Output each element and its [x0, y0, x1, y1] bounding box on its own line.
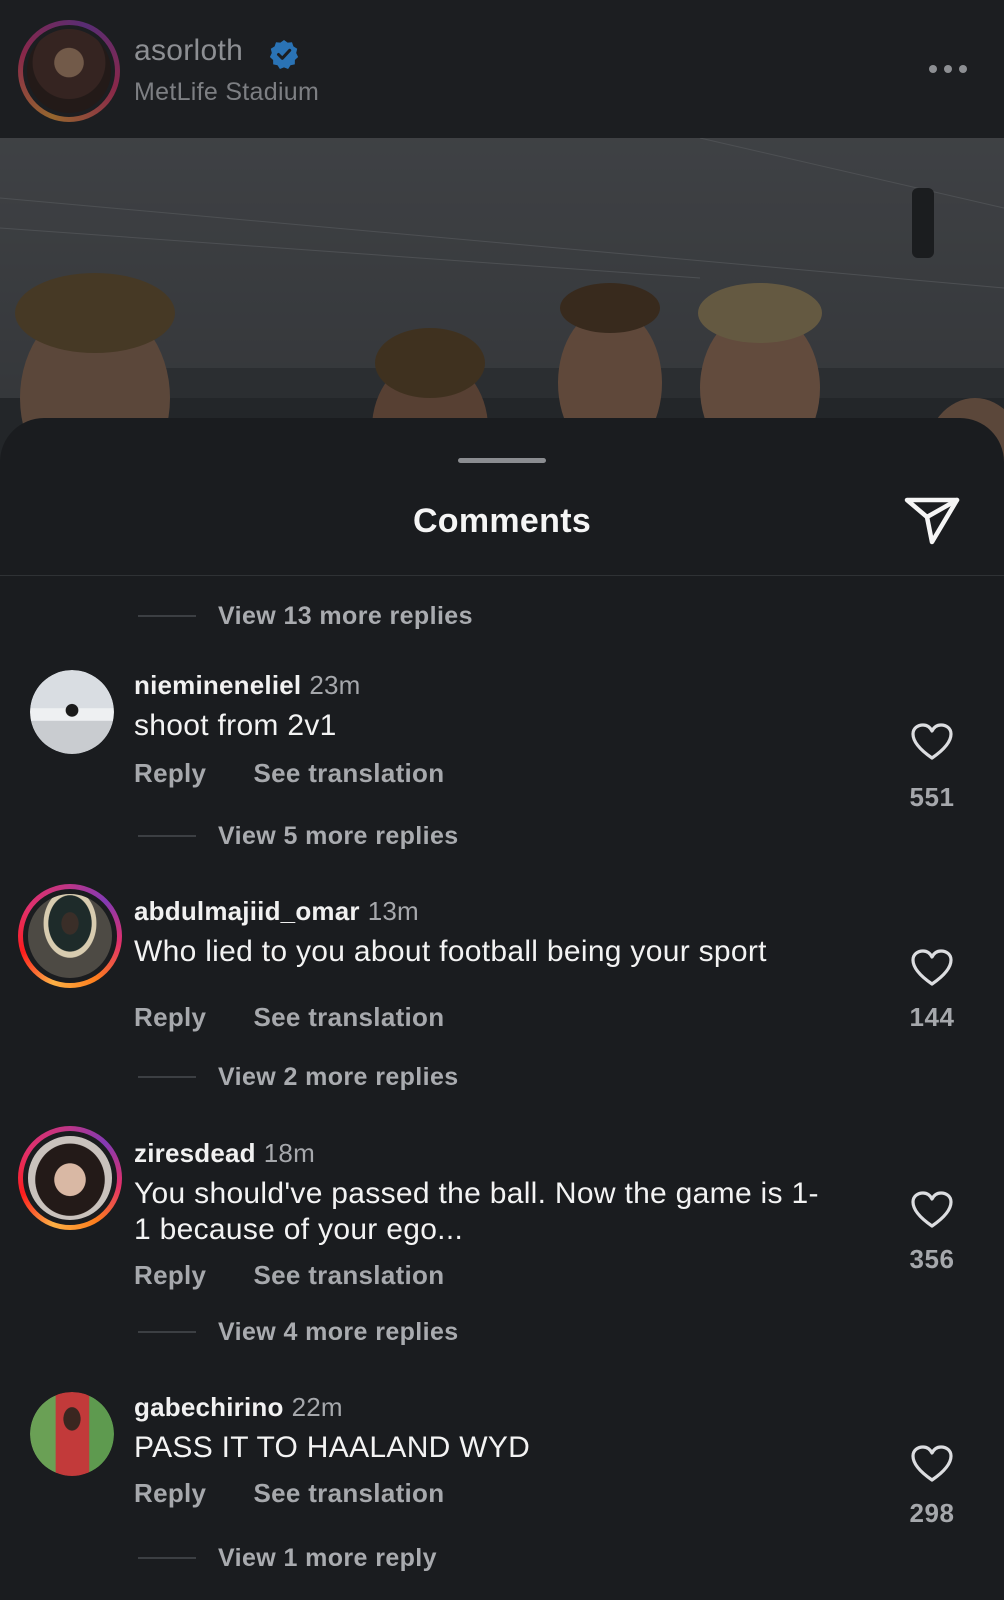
sheet-divider	[0, 575, 1004, 576]
heart-outline-icon[interactable]	[910, 1190, 954, 1230]
like-count: 298	[909, 1498, 955, 1528]
like-count-clipped	[916, 568, 946, 578]
like-count: 356	[909, 1244, 955, 1274]
view-replies-toggle[interactable]: View 1 more reply	[138, 1540, 437, 1576]
instagram-comments-screen: asorloth MetLife Stadium Comments View 1…	[0, 0, 1004, 1600]
more-options-icon[interactable]	[925, 56, 971, 82]
comment-text: shoot from 2v1	[134, 709, 337, 742]
comment-username[interactable]: niemineneliel 23m	[134, 670, 361, 701]
paper-plane-icon[interactable]	[902, 490, 962, 550]
reply-button[interactable]: Reply	[134, 758, 246, 789]
comment-username[interactable]: abdulmajiid_omar 13m	[134, 896, 419, 927]
comment-timestamp: 18m	[263, 1138, 315, 1168]
see-translation-button[interactable]: See translation	[254, 1260, 445, 1291]
comment-text: Who lied to you about football being you…	[134, 935, 767, 968]
reply-button[interactable]: Reply	[134, 1002, 246, 1033]
view-replies-toggle[interactable]: View 2 more replies	[138, 1059, 459, 1095]
comment-timestamp: 22m	[291, 1392, 343, 1422]
view-replies-label: View 4 more replies	[218, 1317, 459, 1346]
sheet-title: Comments	[412, 502, 592, 540]
comment-username[interactable]: ziresdead 18m	[134, 1138, 315, 1169]
comment-avatar[interactable]	[30, 670, 114, 754]
see-translation-button[interactable]: See translation	[254, 758, 445, 789]
view-replies-label: View 13 more replies	[218, 601, 473, 630]
see-translation-button[interactable]: See translation	[254, 1478, 445, 1509]
view-replies-label: View 2 more replies	[218, 1062, 459, 1091]
like-count: 144	[909, 1002, 955, 1032]
view-replies-toggle[interactable]: View 5 more replies	[138, 818, 459, 854]
view-replies-label: View 1 more reply	[218, 1543, 437, 1572]
verified-badge-icon	[269, 40, 299, 69]
view-replies-toggle[interactable]: View 4 more replies	[138, 1314, 459, 1350]
post-author-username[interactable]: asorloth	[134, 34, 243, 68]
comment-username[interactable]: gabechirino 22m	[134, 1392, 343, 1423]
comment-actions: Reply See translation	[134, 1260, 444, 1291]
post-author-avatar[interactable]	[18, 20, 120, 122]
post-location[interactable]: MetLife Stadium	[134, 78, 319, 107]
heart-outline-icon[interactable]	[910, 722, 954, 762]
sheet-drag-handle[interactable]	[458, 458, 546, 463]
view-replies-label: View 5 more replies	[218, 821, 459, 850]
comment-avatar[interactable]	[30, 1392, 114, 1476]
comment-actions: Reply See translation	[134, 1002, 444, 1033]
heart-outline-icon[interactable]	[910, 1444, 954, 1484]
comment-text: You should've passed the ball. Now the g…	[134, 1177, 819, 1246]
reply-button[interactable]: Reply	[134, 1478, 246, 1509]
comment-actions: Reply See translation	[134, 758, 444, 789]
reply-button[interactable]: Reply	[134, 1260, 246, 1291]
heart-outline-icon[interactable]	[910, 948, 954, 988]
comment-avatar[interactable]	[18, 1126, 122, 1230]
comment-actions: Reply See translation	[134, 1478, 444, 1509]
comment-timestamp: 13m	[367, 896, 419, 926]
comment-timestamp: 23m	[309, 670, 361, 700]
comment-avatar[interactable]	[18, 884, 122, 988]
view-replies-toggle[interactable]: View 13 more replies	[138, 598, 473, 634]
see-translation-button[interactable]: See translation	[254, 1002, 445, 1033]
post-header: asorloth MetLife Stadium	[0, 0, 1004, 138]
comments-sheet: Comments View 13 more replies nieminenel…	[0, 418, 1004, 1600]
like-count: 551	[909, 782, 955, 812]
comment-text: PASS IT TO HAALAND WYD	[134, 1431, 531, 1464]
